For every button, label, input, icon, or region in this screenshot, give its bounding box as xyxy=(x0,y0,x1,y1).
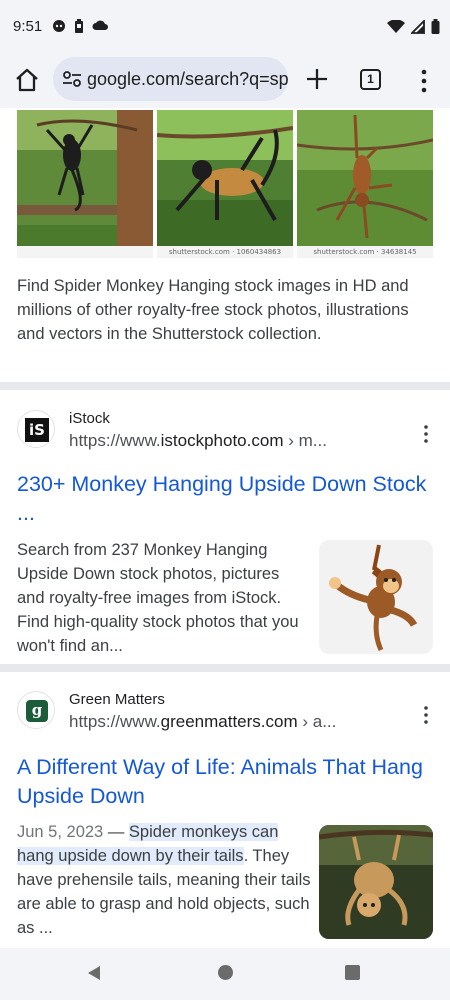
image-result-2[interactable]: shutterstock.com · 1060434863 xyxy=(157,110,293,258)
url-prefix: https://www. xyxy=(69,431,161,450)
greenmatters-logo: g xyxy=(26,700,48,722)
result-options-icon[interactable] xyxy=(421,424,431,444)
site-name[interactable]: iStock xyxy=(69,410,110,427)
url-domain: istockphoto.com xyxy=(160,431,284,450)
image-result-3[interactable]: shutterstock.com · 34638145 xyxy=(297,110,433,258)
result-divider xyxy=(0,664,450,672)
title-line: 230+ Monkey Hanging Upside Down Stock xyxy=(17,472,427,496)
battery-icon xyxy=(431,19,440,34)
title-line: A Different Way of Life: Animals That Ha… xyxy=(17,755,423,779)
result-description: Search from 237 Monkey Hanging Upside Do… xyxy=(17,541,299,655)
wifi-icon xyxy=(387,19,405,33)
search-results[interactable]: shutterstock.com · 1060434863 shuttersto… xyxy=(0,108,450,948)
status-bar: 9:51 xyxy=(0,0,450,52)
monkey-photo-3 xyxy=(297,110,433,248)
new-tab-icon[interactable] xyxy=(304,66,330,92)
battery-saver-icon xyxy=(75,19,83,33)
chat-icon xyxy=(53,20,65,32)
site-settings-icon[interactable] xyxy=(62,70,82,88)
site-name[interactable]: Green Matters xyxy=(69,691,165,708)
result-options-icon[interactable] xyxy=(421,705,431,725)
signal-icon xyxy=(411,19,425,34)
recent-apps-icon[interactable] xyxy=(345,965,360,980)
result-title-link[interactable]: A Different Way of Life: Animals That Ha… xyxy=(17,753,423,811)
address-bar[interactable]: google.com/search?q=sp xyxy=(53,57,288,101)
result-description: Jun 5, 2023 — Spider monkeys can hang up… xyxy=(17,820,313,940)
notification-icons xyxy=(52,19,108,33)
image-caption: shutterstock.com · 34638145 xyxy=(297,246,433,258)
system-navigation-bar xyxy=(0,948,450,1000)
greenmatters-thumbnail[interactable] xyxy=(319,825,433,939)
highlighted-text: hang upside down by their tails xyxy=(17,847,244,865)
date-separator: — xyxy=(103,823,129,841)
image-result-1[interactable] xyxy=(17,110,153,258)
result-title-link[interactable]: 230+ Monkey Hanging Upside Down Stock ..… xyxy=(17,470,426,528)
tab-switcher-button[interactable]: 1 xyxy=(360,69,381,90)
back-icon[interactable] xyxy=(86,965,102,981)
istock-favicon[interactable]: iS xyxy=(17,410,55,448)
url-prefix: https://www. xyxy=(69,712,161,731)
url-text[interactable]: google.com/search?q=sp xyxy=(87,69,288,90)
monkey-photo-2 xyxy=(157,110,293,248)
system-icons xyxy=(387,19,440,34)
more-options-icon[interactable] xyxy=(414,68,434,94)
hanging-monkey-image xyxy=(319,825,433,939)
highlighted-text: Spider monkeys can xyxy=(128,823,279,841)
url-path: › m... xyxy=(283,431,327,450)
browser-toolbar: google.com/search?q=sp 1 xyxy=(0,52,450,108)
site-url[interactable]: https://www.istockphoto.com › m... xyxy=(69,431,327,451)
home-nav-icon[interactable] xyxy=(218,965,233,980)
monkey-photo-1 xyxy=(17,110,153,248)
result-date: Jun 5, 2023 xyxy=(17,823,104,841)
home-icon[interactable] xyxy=(14,67,40,93)
cartoon-monkey-image xyxy=(329,544,418,652)
image-caption: shutterstock.com · 1060434863 xyxy=(157,246,293,258)
result-divider xyxy=(0,382,450,390)
status-time: 9:51 xyxy=(13,18,43,35)
title-line: ... xyxy=(17,501,35,525)
image-caption xyxy=(17,246,153,258)
greenmatters-favicon[interactable]: g xyxy=(17,691,55,729)
title-line: Upside Down xyxy=(17,784,145,808)
url-domain: greenmatters.com xyxy=(160,712,298,731)
url-path: › a... xyxy=(297,712,337,731)
istock-thumbnail[interactable] xyxy=(319,540,433,654)
site-url[interactable]: https://www.greenmatters.com › a... xyxy=(69,712,336,732)
cloud-icon xyxy=(92,20,108,30)
image-results-strip: shutterstock.com · 1060434863 shuttersto… xyxy=(17,110,433,258)
result-snippet: Find Spider Monkey Hanging stock images … xyxy=(17,277,409,343)
istock-logo: iS xyxy=(25,418,49,442)
